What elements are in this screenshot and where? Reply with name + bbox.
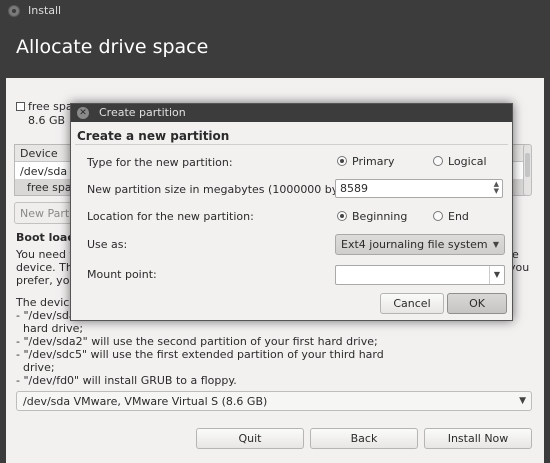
window-title: Install [28, 4, 62, 17]
radio-unselected-icon [433, 211, 443, 221]
use-as-value: Ext4 journaling file system [341, 238, 488, 251]
boot-loader-text: The device [16, 296, 77, 309]
mount-point-label: Mount point: [87, 268, 157, 281]
back-button[interactable]: Back [310, 428, 418, 449]
page-title: Allocate drive space [16, 36, 209, 58]
partition-size-value: 8589 [340, 182, 368, 195]
window-titlebar: Install [0, 0, 550, 22]
location-beginning-label: Beginning [352, 210, 408, 223]
type-logical-label: Logical [448, 155, 487, 168]
cancel-button[interactable]: Cancel [380, 293, 444, 314]
dialog-title: Create partition [99, 106, 186, 119]
partition-location-label: Location for the new partition: [87, 210, 254, 223]
table-cell-device: /dev/sda [20, 165, 68, 178]
partition-size-label: New partition size in megabytes (1000000… [87, 183, 364, 196]
mount-point-combobox[interactable]: ▼ [335, 265, 505, 285]
chevron-down-icon[interactable]: ▼ [489, 266, 504, 284]
boot-loader-text: prefer, you [16, 274, 77, 287]
divider [75, 144, 508, 145]
spinner-arrows-icon[interactable]: ▲ ▼ [494, 181, 499, 195]
window-menu-icon[interactable] [8, 5, 20, 17]
type-primary-label: Primary [352, 155, 395, 168]
radio-unselected-icon [433, 156, 443, 166]
location-end-label: End [448, 210, 469, 223]
use-as-select[interactable]: Ext4 journaling file system ▼ [335, 234, 505, 255]
free-space-swatch [16, 102, 25, 111]
create-partition-dialog: ✕ Create partition Create a new partitio… [70, 103, 513, 321]
partition-size-input[interactable]: 8589 ▲ ▼ [335, 179, 503, 198]
boot-loader-text: - "/dev/sda [16, 309, 76, 322]
dialog-titlebar: ✕ Create partition [71, 104, 512, 122]
use-as-label: Use as: [87, 238, 128, 251]
radio-selected-icon [337, 211, 347, 221]
partition-type-label: Type for the new partition: [87, 156, 233, 169]
boot-loader-device-value: /dev/sda VMware, VMware Virtual S (8.6 G… [23, 395, 268, 408]
install-now-button[interactable]: Install Now [424, 428, 532, 449]
boot-loader-device-select[interactable]: /dev/sda VMware, VMware Virtual S (8.6 G… [16, 391, 532, 411]
boot-loader-text: hard drive; [16, 322, 84, 335]
chevron-down-icon: ▼ [492, 240, 499, 249]
chevron-down-icon: ▼ [519, 396, 526, 406]
quit-button[interactable]: Quit [196, 428, 304, 449]
boot-loader-text: - "/dev/fd0" will install GRUB to a flop… [16, 374, 237, 387]
free-space-label: free spa [28, 100, 73, 113]
dialog-heading: Create a new partition [77, 129, 230, 143]
close-icon[interactable]: ✕ [77, 107, 89, 119]
radio-selected-icon [337, 156, 347, 166]
partition-table-scrollbar[interactable] [523, 144, 532, 196]
boot-loader-text: drive; [16, 361, 55, 374]
boot-loader-text: - "/dev/sdc5" will use the first extende… [16, 348, 384, 361]
page-header: Allocate drive space [0, 22, 550, 78]
free-space-size: 8.6 GB [28, 114, 66, 127]
boot-loader-text: - "/dev/sda2" will use the second partit… [16, 335, 378, 348]
ok-button[interactable]: OK [447, 293, 507, 314]
scrollbar-thumb[interactable] [525, 153, 530, 177]
